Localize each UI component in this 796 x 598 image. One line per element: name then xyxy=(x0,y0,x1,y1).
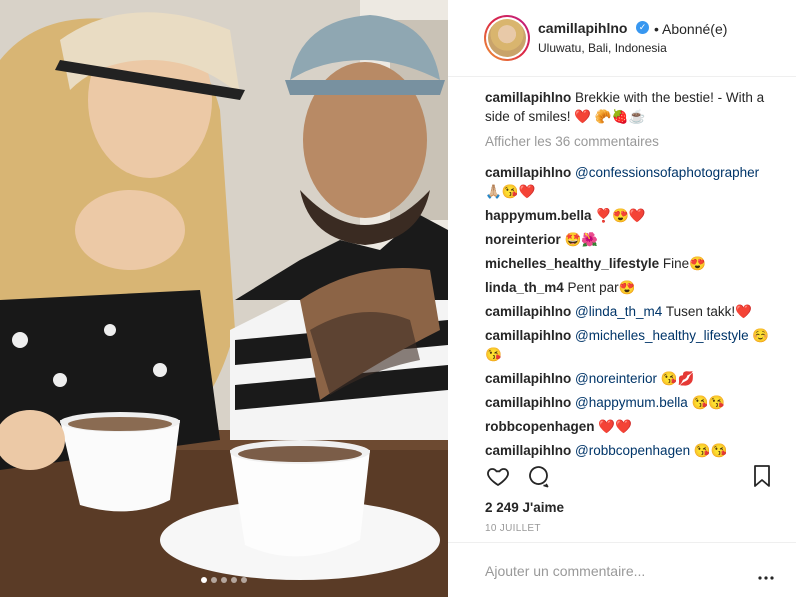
comment-input[interactable]: Ajouter un commentaire... xyxy=(485,563,645,579)
post-username[interactable]: camillapihlno xyxy=(538,20,627,36)
post-header: camillapihlno ✓ • Abonné(e) Uluwatu, Bal… xyxy=(448,0,796,77)
comment-text: Pent par😍 xyxy=(567,280,636,295)
comment-text: ❣️😍❤️ xyxy=(595,208,646,223)
comment-username[interactable]: camillapihlno xyxy=(485,395,571,410)
comment-item: camillapihlno @michelles_healthy_lifesty… xyxy=(485,326,775,364)
comment-mention[interactable]: @linda_th_m4 xyxy=(575,304,662,319)
carousel-dot xyxy=(221,577,227,583)
comment-text: 😘💋 xyxy=(657,371,695,386)
avatar[interactable] xyxy=(484,15,530,61)
follow-status[interactable]: • Abonné(e) xyxy=(654,21,727,37)
comment-mention[interactable]: @happymum.bella xyxy=(575,395,688,410)
heart-icon[interactable] xyxy=(485,464,511,493)
comment-username[interactable]: noreinterior xyxy=(485,232,561,247)
comment-username[interactable]: michelles_healthy_lifestyle xyxy=(485,256,659,271)
comment-mention[interactable]: @michelles_healthy_lifestyle xyxy=(575,328,749,343)
photo-illustration xyxy=(0,0,448,597)
action-bar xyxy=(448,456,796,496)
comment-text: 😘😘 xyxy=(687,395,726,410)
comment-mention[interactable]: @confessionsofaphotographer xyxy=(575,165,759,180)
comment-composer: Ajouter un commentaire... xyxy=(448,542,796,598)
comment-text: Tusen takk!❤️ xyxy=(662,304,752,319)
comment-username[interactable]: robbcopenhagen xyxy=(485,419,595,434)
post-side-panel: camillapihlno ✓ • Abonné(e) Uluwatu, Bal… xyxy=(448,0,796,597)
carousel-dot-active xyxy=(201,577,207,583)
comment-username[interactable]: camillapihlno xyxy=(485,165,571,180)
comment-item: camillapihlno @linda_th_m4 Tusen takk!❤️ xyxy=(485,302,775,321)
comment-text: 🤩🌺 xyxy=(564,232,599,247)
comment-item: linda_th_m4 Pent par😍 xyxy=(485,278,775,297)
more-options-icon[interactable] xyxy=(758,568,774,586)
comment-username[interactable]: camillapihlno xyxy=(485,328,571,343)
comment-text: ❤️❤️ xyxy=(598,419,632,434)
comment-icon[interactable] xyxy=(525,464,551,493)
comment-item: camillapihlno @happymum.bella 😘😘 xyxy=(485,393,775,412)
comment-text: Fine😍 xyxy=(662,256,706,271)
comment-text: 🙏🏼😘❤️ xyxy=(485,184,536,199)
verified-badge-icon: ✓ xyxy=(636,21,649,34)
comment-item: michelles_healthy_lifestyle Fine😍 xyxy=(485,254,775,273)
view-all-comments-link[interactable]: Afficher les 36 commentaires xyxy=(485,132,775,151)
carousel-dot xyxy=(241,577,247,583)
likes-count[interactable]: 2 249 J'aime xyxy=(485,500,564,515)
comment-item: noreinterior 🤩🌺 xyxy=(485,230,775,249)
comment-item: camillapihlno @noreinterior 😘💋 xyxy=(485,369,775,388)
caption: camillapihlno Brekkie with the bestie! -… xyxy=(485,88,775,126)
post-photo[interactable] xyxy=(0,0,448,597)
comment-username[interactable]: happymum.bella xyxy=(485,208,592,223)
post-location[interactable]: Uluwatu, Bali, Indonesia xyxy=(538,41,667,55)
caption-username[interactable]: camillapihlno xyxy=(485,90,571,105)
carousel-dot xyxy=(231,577,237,583)
comment-item: robbcopenhagen ❤️❤️ xyxy=(485,417,775,436)
comment-mention[interactable]: @noreinterior xyxy=(575,371,657,386)
carousel-dot xyxy=(211,577,217,583)
carousel-indicator xyxy=(0,577,448,583)
comment-username[interactable]: linda_th_m4 xyxy=(485,280,564,295)
comment-username[interactable]: camillapihlno xyxy=(485,304,571,319)
comment-item: happymum.bella ❣️😍❤️ xyxy=(485,206,775,225)
post-date: 10 JUILLET xyxy=(485,523,541,534)
comment-item: camillapihlno @confessionsofaphotographe… xyxy=(485,163,775,201)
comment-username[interactable]: camillapihlno xyxy=(485,371,571,386)
bookmark-icon[interactable] xyxy=(751,464,773,493)
comments-list: camillapihlno Brekkie with the bestie! -… xyxy=(485,88,775,465)
